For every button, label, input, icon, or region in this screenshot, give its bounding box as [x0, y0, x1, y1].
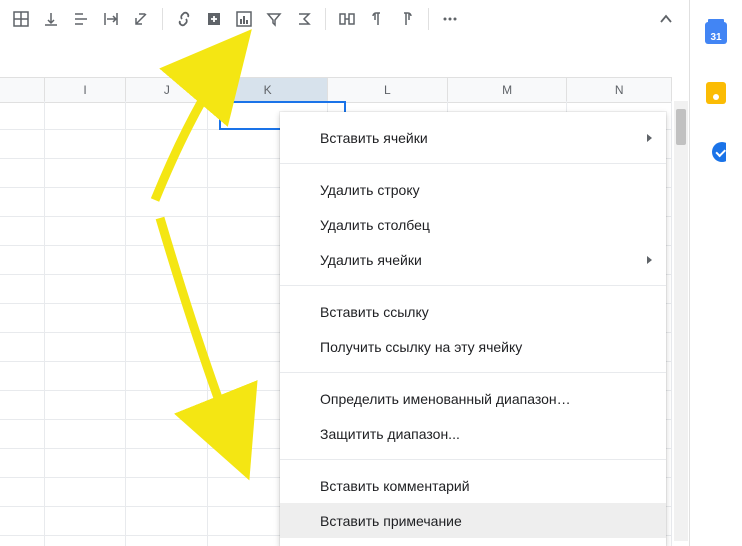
- side-panel: 31: [689, 0, 742, 546]
- cell[interactable]: [126, 478, 208, 506]
- cell[interactable]: [126, 159, 208, 187]
- cell[interactable]: [45, 304, 127, 332]
- link-icon[interactable]: [170, 5, 198, 33]
- column-header-K[interactable]: K: [208, 78, 328, 102]
- cell[interactable]: [0, 188, 45, 216]
- menu-separator: [280, 372, 666, 373]
- column-header-N[interactable]: N: [567, 78, 672, 102]
- toolbar-separator: [428, 8, 429, 30]
- column-header-I[interactable]: I: [45, 78, 127, 102]
- cell[interactable]: [0, 391, 45, 419]
- cell[interactable]: [0, 478, 45, 506]
- menu-item[interactable]: Удалить столбец: [280, 207, 666, 242]
- cell[interactable]: [45, 275, 127, 303]
- calendar-icon[interactable]: 31: [705, 22, 727, 44]
- cell[interactable]: [0, 536, 45, 546]
- column-header-row: IJKLMN: [0, 77, 672, 103]
- context-menu: Вставить ячейки Удалить строкуУдалить сто…: [280, 112, 666, 546]
- menu-item[interactable]: Удалить ячейки: [280, 242, 666, 277]
- cell[interactable]: [0, 275, 45, 303]
- cell[interactable]: [45, 391, 127, 419]
- valign-icon[interactable]: [37, 5, 65, 33]
- column-header-L[interactable]: L: [328, 78, 448, 102]
- cell[interactable]: [126, 420, 208, 448]
- menu-item[interactable]: Удалить строку: [280, 172, 666, 207]
- cell[interactable]: [45, 478, 127, 506]
- cell[interactable]: [0, 507, 45, 535]
- menu-item[interactable]: Вставить ячейки: [280, 120, 666, 155]
- cell[interactable]: [0, 449, 45, 477]
- cell[interactable]: [45, 333, 127, 361]
- cell[interactable]: [45, 159, 127, 187]
- cell[interactable]: [126, 362, 208, 390]
- rotate-icon[interactable]: [127, 5, 155, 33]
- keep-icon[interactable]: [706, 82, 726, 104]
- scrollbar-thumb[interactable]: [676, 109, 686, 145]
- cell[interactable]: [126, 188, 208, 216]
- vertical-scrollbar[interactable]: [674, 101, 688, 541]
- cell[interactable]: [45, 246, 127, 274]
- menu-separator: [280, 459, 666, 460]
- cell[interactable]: [126, 275, 208, 303]
- menu-separator: [280, 163, 666, 164]
- cell[interactable]: [0, 420, 45, 448]
- cell[interactable]: [126, 333, 208, 361]
- menu-item[interactable]: Вставить комментарий: [280, 468, 666, 503]
- menu-item[interactable]: Защитить диапазон...: [280, 416, 666, 451]
- cell[interactable]: [45, 362, 127, 390]
- submenu-arrow-icon: [647, 134, 652, 142]
- cell[interactable]: [45, 449, 127, 477]
- cell[interactable]: [45, 130, 127, 158]
- cell[interactable]: [126, 507, 208, 535]
- filter-icon[interactable]: [260, 5, 288, 33]
- cell[interactable]: [126, 449, 208, 477]
- borders-icon[interactable]: [7, 5, 35, 33]
- toolbar: [0, 0, 684, 38]
- halign-icon[interactable]: [67, 5, 95, 33]
- menu-item[interactable]: Вставить примечание: [280, 503, 666, 538]
- cell[interactable]: [45, 217, 127, 245]
- collapse-toolbar-icon[interactable]: [652, 5, 680, 33]
- tasks-icon[interactable]: [706, 142, 726, 162]
- cell[interactable]: [0, 101, 45, 129]
- cell[interactable]: [0, 304, 45, 332]
- merge-icon[interactable]: [333, 5, 361, 33]
- menu-item[interactable]: Вставить ссылку: [280, 294, 666, 329]
- menu-item[interactable]: Определить именованный диапазон…: [280, 381, 666, 416]
- cell[interactable]: [0, 217, 45, 245]
- submenu-arrow-icon: [647, 256, 652, 264]
- cell[interactable]: [45, 420, 127, 448]
- add-comment-icon[interactable]: [200, 5, 228, 33]
- functions-icon[interactable]: [290, 5, 318, 33]
- cell[interactable]: [45, 536, 127, 546]
- cell[interactable]: [126, 536, 208, 546]
- cell[interactable]: [45, 188, 127, 216]
- cell[interactable]: [126, 101, 208, 129]
- more-icon[interactable]: [436, 5, 464, 33]
- cell[interactable]: [45, 507, 127, 535]
- menu-item[interactable]: Получить ссылку на эту ячейку: [280, 329, 666, 364]
- cell[interactable]: [45, 101, 127, 129]
- ltr-icon[interactable]: [363, 5, 391, 33]
- rtl-icon[interactable]: [393, 5, 421, 33]
- cell[interactable]: [0, 159, 45, 187]
- wrap-icon[interactable]: [97, 5, 125, 33]
- column-header-J[interactable]: J: [126, 78, 208, 102]
- cell[interactable]: [126, 391, 208, 419]
- chart-icon[interactable]: [230, 5, 258, 33]
- menu-separator: [280, 285, 666, 286]
- cell[interactable]: [126, 130, 208, 158]
- cell[interactable]: [126, 217, 208, 245]
- toolbar-separator: [162, 8, 163, 30]
- cell[interactable]: [126, 304, 208, 332]
- cell[interactable]: [0, 362, 45, 390]
- cell[interactable]: [126, 246, 208, 274]
- column-header-M[interactable]: M: [448, 78, 568, 102]
- cell[interactable]: [0, 333, 45, 361]
- cell[interactable]: [0, 130, 45, 158]
- cell[interactable]: [0, 246, 45, 274]
- toolbar-separator: [325, 8, 326, 30]
